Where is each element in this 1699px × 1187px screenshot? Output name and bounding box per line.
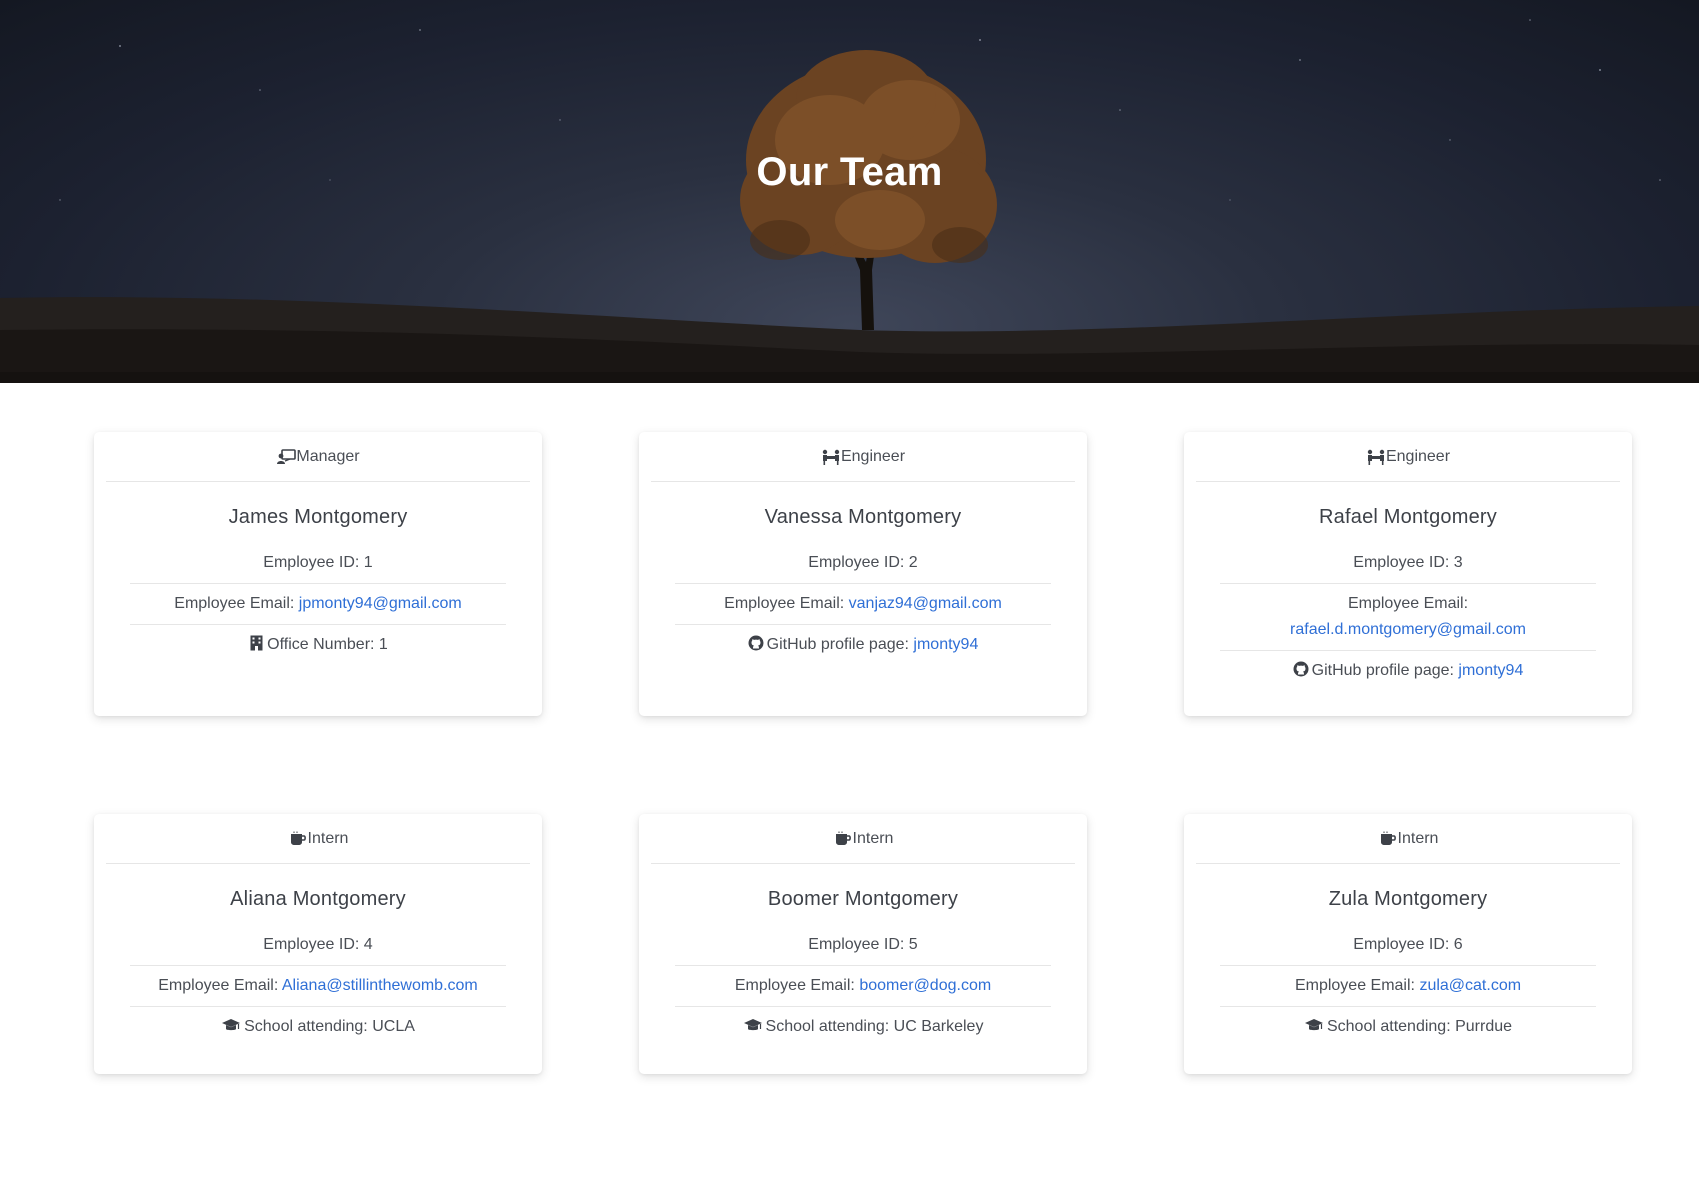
employee-id-value: 2 (908, 554, 918, 571)
employee-id-row: Employee ID: 3 (1220, 543, 1596, 584)
graduation-cap-icon (221, 1016, 241, 1032)
email-link[interactable]: jpmonty94@gmail.com (299, 595, 462, 612)
github-row: GitHub profile page: jmonty94 (1220, 651, 1596, 691)
employee-name: Aliana Montgomery (230, 888, 406, 910)
employee-name: Vanessa Montgomery (764, 506, 962, 528)
details-list: Employee ID: 6 Employee Email: zula@cat.… (1220, 925, 1596, 1047)
employee-id-value: 4 (363, 936, 373, 953)
details-list: Employee ID: 4 Employee Email: Aliana@st… (130, 925, 506, 1047)
role-label: Intern (852, 829, 894, 847)
role-label: Manager (296, 447, 360, 465)
employee-id-value: 1 (363, 554, 373, 571)
employee-card: Intern Boomer Montgomery Employee ID: 5 … (639, 814, 1087, 1074)
school-value: UCLA (372, 1018, 415, 1035)
school-row: School attending: UCLA (130, 1007, 506, 1047)
employee-name: Zula Montgomery (1328, 888, 1488, 910)
details-list: Employee ID: 1 Employee Email: jpmonty94… (130, 543, 506, 665)
email-link[interactable]: boomer@dog.com (859, 977, 991, 994)
employee-id-value: 6 (1453, 936, 1463, 953)
card-header: Engineer (1196, 432, 1620, 482)
employee-name: James Montgomery (228, 506, 408, 528)
details-list: Employee ID: 3 Employee Email: rafael.d.m… (1220, 543, 1596, 691)
card-header: Engineer (651, 432, 1075, 482)
mug-icon (288, 830, 308, 848)
email-link[interactable]: rafael.d.montgomery@gmail.com (1290, 621, 1526, 638)
engineer-icon (821, 448, 841, 466)
employee-email-row: Employee Email: rafael.d.montgomery@gmail… (1220, 584, 1596, 651)
details-list: Employee ID: 5 Employee Email: boomer@do… (675, 925, 1051, 1047)
office-number-value: 1 (378, 636, 388, 653)
employee-id-row: Employee ID: 1 (130, 543, 506, 584)
employee-name: Boomer Montgomery (767, 888, 959, 910)
school-row: School attending: UC Barkeley (675, 1007, 1051, 1047)
email-link[interactable]: zula@cat.com (1419, 977, 1521, 994)
school-value: UC Barkeley (893, 1018, 984, 1035)
card-header: Intern (106, 814, 530, 864)
github-link[interactable]: jmonty94 (913, 636, 978, 653)
graduation-cap-icon (743, 1016, 763, 1032)
mug-icon (833, 830, 853, 848)
employee-id-row: Employee ID: 2 (675, 543, 1051, 584)
employee-email-row: Employee Email: boomer@dog.com (675, 966, 1051, 1007)
details-list: Employee ID: 2 Employee Email: vanjaz94@… (675, 543, 1051, 665)
employee-email-row: Employee Email: vanjaz94@gmail.com (675, 584, 1051, 625)
page-title: Our Team (756, 150, 943, 194)
employee-id-row: Employee ID: 4 (130, 925, 506, 966)
employee-email-row: Employee Email: Aliana@stillinthewomb.co… (130, 966, 506, 1007)
employee-name: Rafael Montgomery (1319, 506, 1497, 528)
email-link[interactable]: vanjaz94@gmail.com (849, 595, 1002, 612)
card-header: Intern (651, 814, 1075, 864)
employee-card: Intern Zula Montgomery Employee ID: 6 Em… (1184, 814, 1632, 1074)
employee-card: Manager James Montgomery Employee ID: 1 … (94, 432, 542, 716)
employee-id-row: Employee ID: 5 (675, 925, 1051, 966)
hero-banner: Our Team (0, 0, 1699, 383)
manager-icon (276, 448, 297, 466)
mug-icon (1378, 830, 1398, 848)
building-icon (248, 634, 264, 651)
engineer-icon (1366, 448, 1386, 466)
github-link[interactable]: jmonty94 (1458, 662, 1523, 679)
office-number-row: Office Number: 1 (130, 625, 506, 665)
graduation-cap-icon (1304, 1016, 1324, 1032)
role-label: Intern (307, 829, 349, 847)
employee-id-value: 3 (1453, 554, 1463, 571)
github-icon (1293, 660, 1309, 677)
github-icon (748, 634, 764, 651)
role-label: Intern (1397, 829, 1439, 847)
school-row: School attending: Purrdue (1220, 1007, 1596, 1047)
employee-card: Engineer Vanessa Montgomery Employee ID:… (639, 432, 1087, 716)
employee-card: Intern Aliana Montgomery Employee ID: 4 … (94, 814, 542, 1074)
employee-email-row: Employee Email: zula@cat.com (1220, 966, 1596, 1007)
employee-card: Engineer Rafael Montgomery Employee ID: … (1184, 432, 1632, 716)
card-header: Intern (1196, 814, 1620, 864)
employee-id-value: 5 (908, 936, 918, 953)
github-row: GitHub profile page: jmonty94 (675, 625, 1051, 665)
card-header: Manager (106, 432, 530, 482)
role-label: Engineer (840, 447, 906, 465)
role-label: Engineer (1385, 447, 1451, 465)
employee-id-row: Employee ID: 6 (1220, 925, 1596, 966)
school-value: Purrdue (1455, 1018, 1513, 1035)
employee-email-row: Employee Email: jpmonty94@gmail.com (130, 584, 506, 625)
email-link[interactable]: Aliana@stillinthewomb.com (282, 977, 478, 994)
